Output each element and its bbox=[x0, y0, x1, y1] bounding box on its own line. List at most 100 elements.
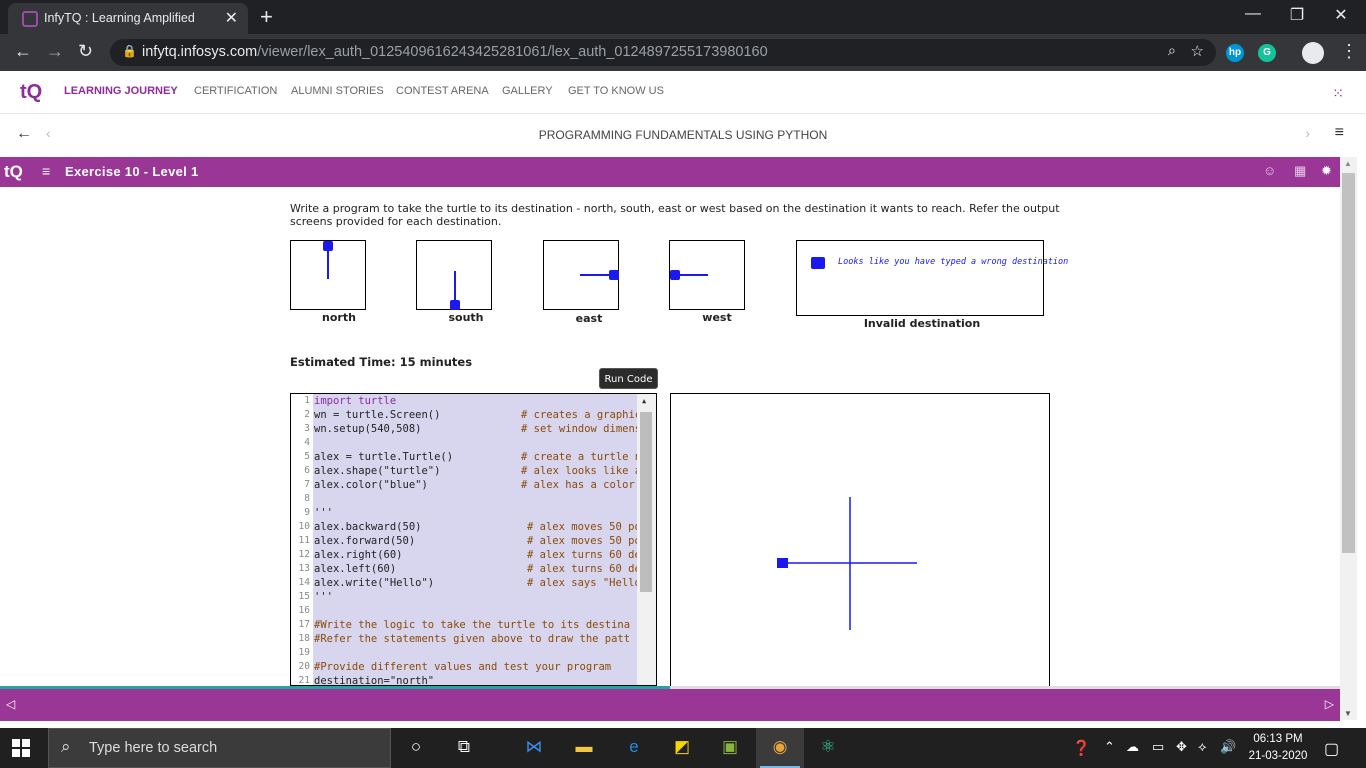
battery-icon[interactable]: ▭ bbox=[1152, 739, 1164, 755]
vscode-icon[interactable]: ⋈ bbox=[522, 737, 546, 759]
apps-grid-icon[interactable]: ⁙ bbox=[1332, 85, 1344, 102]
code-line: #Write the logic to take the turtle to i… bbox=[314, 619, 631, 631]
new-tab-icon[interactable]: + bbox=[260, 4, 273, 30]
scrollbar-thumb[interactable] bbox=[1342, 173, 1355, 553]
turtle-icon bbox=[450, 300, 460, 310]
code-line: import turtle bbox=[314, 395, 397, 407]
clock-date: 21-03-2020 bbox=[1248, 750, 1308, 762]
course-menu-icon[interactable]: ≡ bbox=[1335, 124, 1344, 142]
notifications-icon[interactable]: ▢ bbox=[1324, 739, 1339, 759]
nav-contest-arena[interactable]: CONTEST ARENA bbox=[396, 85, 489, 97]
turtle-icon bbox=[811, 257, 825, 269]
feedback-smiley-icon[interactable]: ☺ bbox=[1263, 163, 1276, 178]
network-icon[interactable]: ⟡ bbox=[1198, 739, 1207, 755]
exercise-prompt: Write a program to take the turtle to it… bbox=[290, 202, 1060, 228]
code-comment: # alex moves 50 posit bbox=[527, 521, 637, 533]
course-header: ← ‹ PROGRAMMING FUNDAMENTALS USING PYTHO… bbox=[0, 115, 1366, 155]
east-output-image bbox=[543, 240, 619, 310]
code-editor[interactable]: 1 2 3 4 5 6 7 8 9 10 11 12 13 14 15 16 17 18 19 20 21 import… bbox=[290, 393, 657, 686]
code-line: alex.right(60) bbox=[314, 549, 403, 561]
task-view-icon[interactable]: ⧉ bbox=[452, 737, 476, 759]
restore-icon[interactable]: ❐ bbox=[1282, 5, 1312, 25]
bookmark-star-icon[interactable]: ☆ bbox=[1191, 42, 1204, 60]
edge-icon[interactable]: e bbox=[622, 737, 646, 759]
url-host: infytq.infosys.com bbox=[142, 44, 258, 60]
browser-tab[interactable]: InfyTQ : Learning Amplified ✕ bbox=[8, 3, 248, 34]
code-line: ''' bbox=[314, 591, 333, 603]
turtle-icon bbox=[670, 270, 680, 280]
code-comment: # alex turns 60 degre bbox=[527, 563, 637, 575]
zoom-icon[interactable]: ⌕ bbox=[1168, 43, 1176, 59]
next-triangle-icon[interactable]: ▷ bbox=[1325, 697, 1334, 711]
grammarly-extension-icon[interactable]: G bbox=[1258, 44, 1276, 62]
dropbox-icon[interactable]: ✥ bbox=[1176, 739, 1187, 755]
turtle-icon bbox=[323, 241, 333, 251]
taskbar-search[interactable]: ⌕ Type here to search bbox=[48, 728, 391, 768]
settings-icon[interactable]: ✹ bbox=[1321, 163, 1332, 179]
tab-title: InfyTQ : Learning Amplified bbox=[44, 11, 195, 25]
code-line: alex = turtle.Turtle() bbox=[314, 451, 454, 463]
onedrive-icon[interactable]: ☁ bbox=[1126, 739, 1139, 755]
site-navigation: tQ LEARNING JOURNEY CERTIFICATION ALUMNI… bbox=[0, 71, 1366, 114]
infytq-logo[interactable]: tQ bbox=[20, 81, 44, 105]
code-line: alex.write("Hello") bbox=[314, 577, 435, 589]
exercise-header: tQ ≡ Exercise 10 - Level 1 ☺ ▦ ✹ bbox=[0, 157, 1340, 187]
code-comment: # creates a graphics w bbox=[521, 409, 637, 421]
scroll-up-icon[interactable]: ▲ bbox=[1344, 159, 1352, 168]
forward-arrow-icon[interactable]: → bbox=[46, 41, 64, 62]
code-line: ''' bbox=[314, 507, 333, 519]
cortana-icon[interactable]: ○ bbox=[404, 737, 428, 759]
show-hidden-icons-chevron[interactable]: ⌃ bbox=[1104, 739, 1115, 755]
nav-learning-journey[interactable]: LEARNING JOURNEY bbox=[64, 85, 178, 97]
run-code-button[interactable]: Run Code bbox=[599, 368, 658, 389]
turtle-output-canvas bbox=[670, 393, 1050, 687]
scroll-down-icon[interactable]: ▼ bbox=[1344, 709, 1352, 718]
atom-icon[interactable]: ⚛ bbox=[816, 737, 840, 759]
browser-tab-strip: InfyTQ : Learning Amplified ✕ + — ❐ ✕ bbox=[0, 0, 1366, 34]
player-navigation-bar: ◁ ▷ bbox=[0, 689, 1340, 721]
profile-avatar[interactable] bbox=[1302, 42, 1324, 64]
system-clock[interactable]: 06:13 PM 21-03-2020 bbox=[1246, 731, 1310, 765]
pycharm-icon[interactable]: ▣ bbox=[718, 737, 742, 759]
nav-alumni-stories[interactable]: ALUMNI STORIES bbox=[291, 85, 384, 97]
file-explorer-icon[interactable]: ▬ bbox=[572, 737, 596, 759]
back-arrow-icon[interactable]: ← bbox=[14, 41, 32, 62]
code-line: alex.shape("turtle") bbox=[314, 465, 441, 477]
close-window-icon[interactable]: ✕ bbox=[1326, 5, 1356, 25]
south-label: south bbox=[448, 311, 484, 324]
help-icon[interactable]: ❓ bbox=[1072, 739, 1091, 757]
toc-menu-icon[interactable]: ≡ bbox=[42, 163, 50, 179]
minimize-icon[interactable]: — bbox=[1238, 5, 1268, 23]
nav-certification[interactable]: CERTIFICATION bbox=[194, 85, 277, 97]
windows-start-icon[interactable] bbox=[12, 739, 30, 757]
code-line: wn.setup(540,508) bbox=[314, 423, 422, 435]
volume-icon[interactable]: 🔊 bbox=[1220, 739, 1236, 755]
south-output-image bbox=[416, 240, 492, 310]
code-line: alex.left(60) bbox=[314, 563, 397, 575]
east-label: east bbox=[575, 312, 603, 325]
nav-gallery[interactable]: GALLERY bbox=[502, 85, 553, 97]
next-chevron-icon[interactable]: › bbox=[1305, 125, 1310, 141]
chrome-menu-icon[interactable]: ⋮ bbox=[1340, 41, 1358, 62]
hp-extension-icon[interactable]: hp bbox=[1226, 44, 1244, 62]
editor-scrollbar[interactable]: ▲ bbox=[637, 394, 656, 685]
page-scrollbar[interactable]: ▲ ▼ bbox=[1340, 157, 1357, 720]
chrome-icon[interactable]: ◉ bbox=[768, 737, 792, 759]
editor-scrollbar-thumb[interactable] bbox=[640, 412, 652, 592]
close-tab-icon[interactable]: ✕ bbox=[225, 8, 238, 28]
browser-toolbar: ← → ↻ 🔒 infytq.infosys.com/viewer/lex_au… bbox=[0, 34, 1366, 71]
code-comment: # alex turns 60 degre bbox=[527, 549, 637, 561]
turtle-icon bbox=[609, 270, 619, 280]
reload-icon[interactable]: ↻ bbox=[78, 41, 93, 62]
code-line: alex.forward(50) bbox=[314, 535, 416, 547]
invalid-output-image bbox=[796, 240, 1044, 316]
code-line: alex.backward(50) bbox=[314, 521, 422, 533]
nav-get-to-know-us[interactable]: GET TO KNOW US bbox=[568, 85, 664, 97]
calendar-icon[interactable]: ▦ bbox=[1294, 163, 1306, 179]
previous-triangle-icon[interactable]: ◁ bbox=[6, 697, 15, 711]
scroll-up-icon[interactable]: ▲ bbox=[642, 397, 646, 405]
code-lines: import turtle wn = turtle.Screen() # creat… bbox=[291, 394, 637, 685]
lock-icon[interactable]: 🔒 bbox=[122, 44, 137, 58]
address-bar[interactable]: 🔒 infytq.infosys.com/viewer/lex_auth_012… bbox=[110, 39, 1216, 66]
sticky-notes-icon[interactable]: ◩ bbox=[670, 737, 694, 759]
